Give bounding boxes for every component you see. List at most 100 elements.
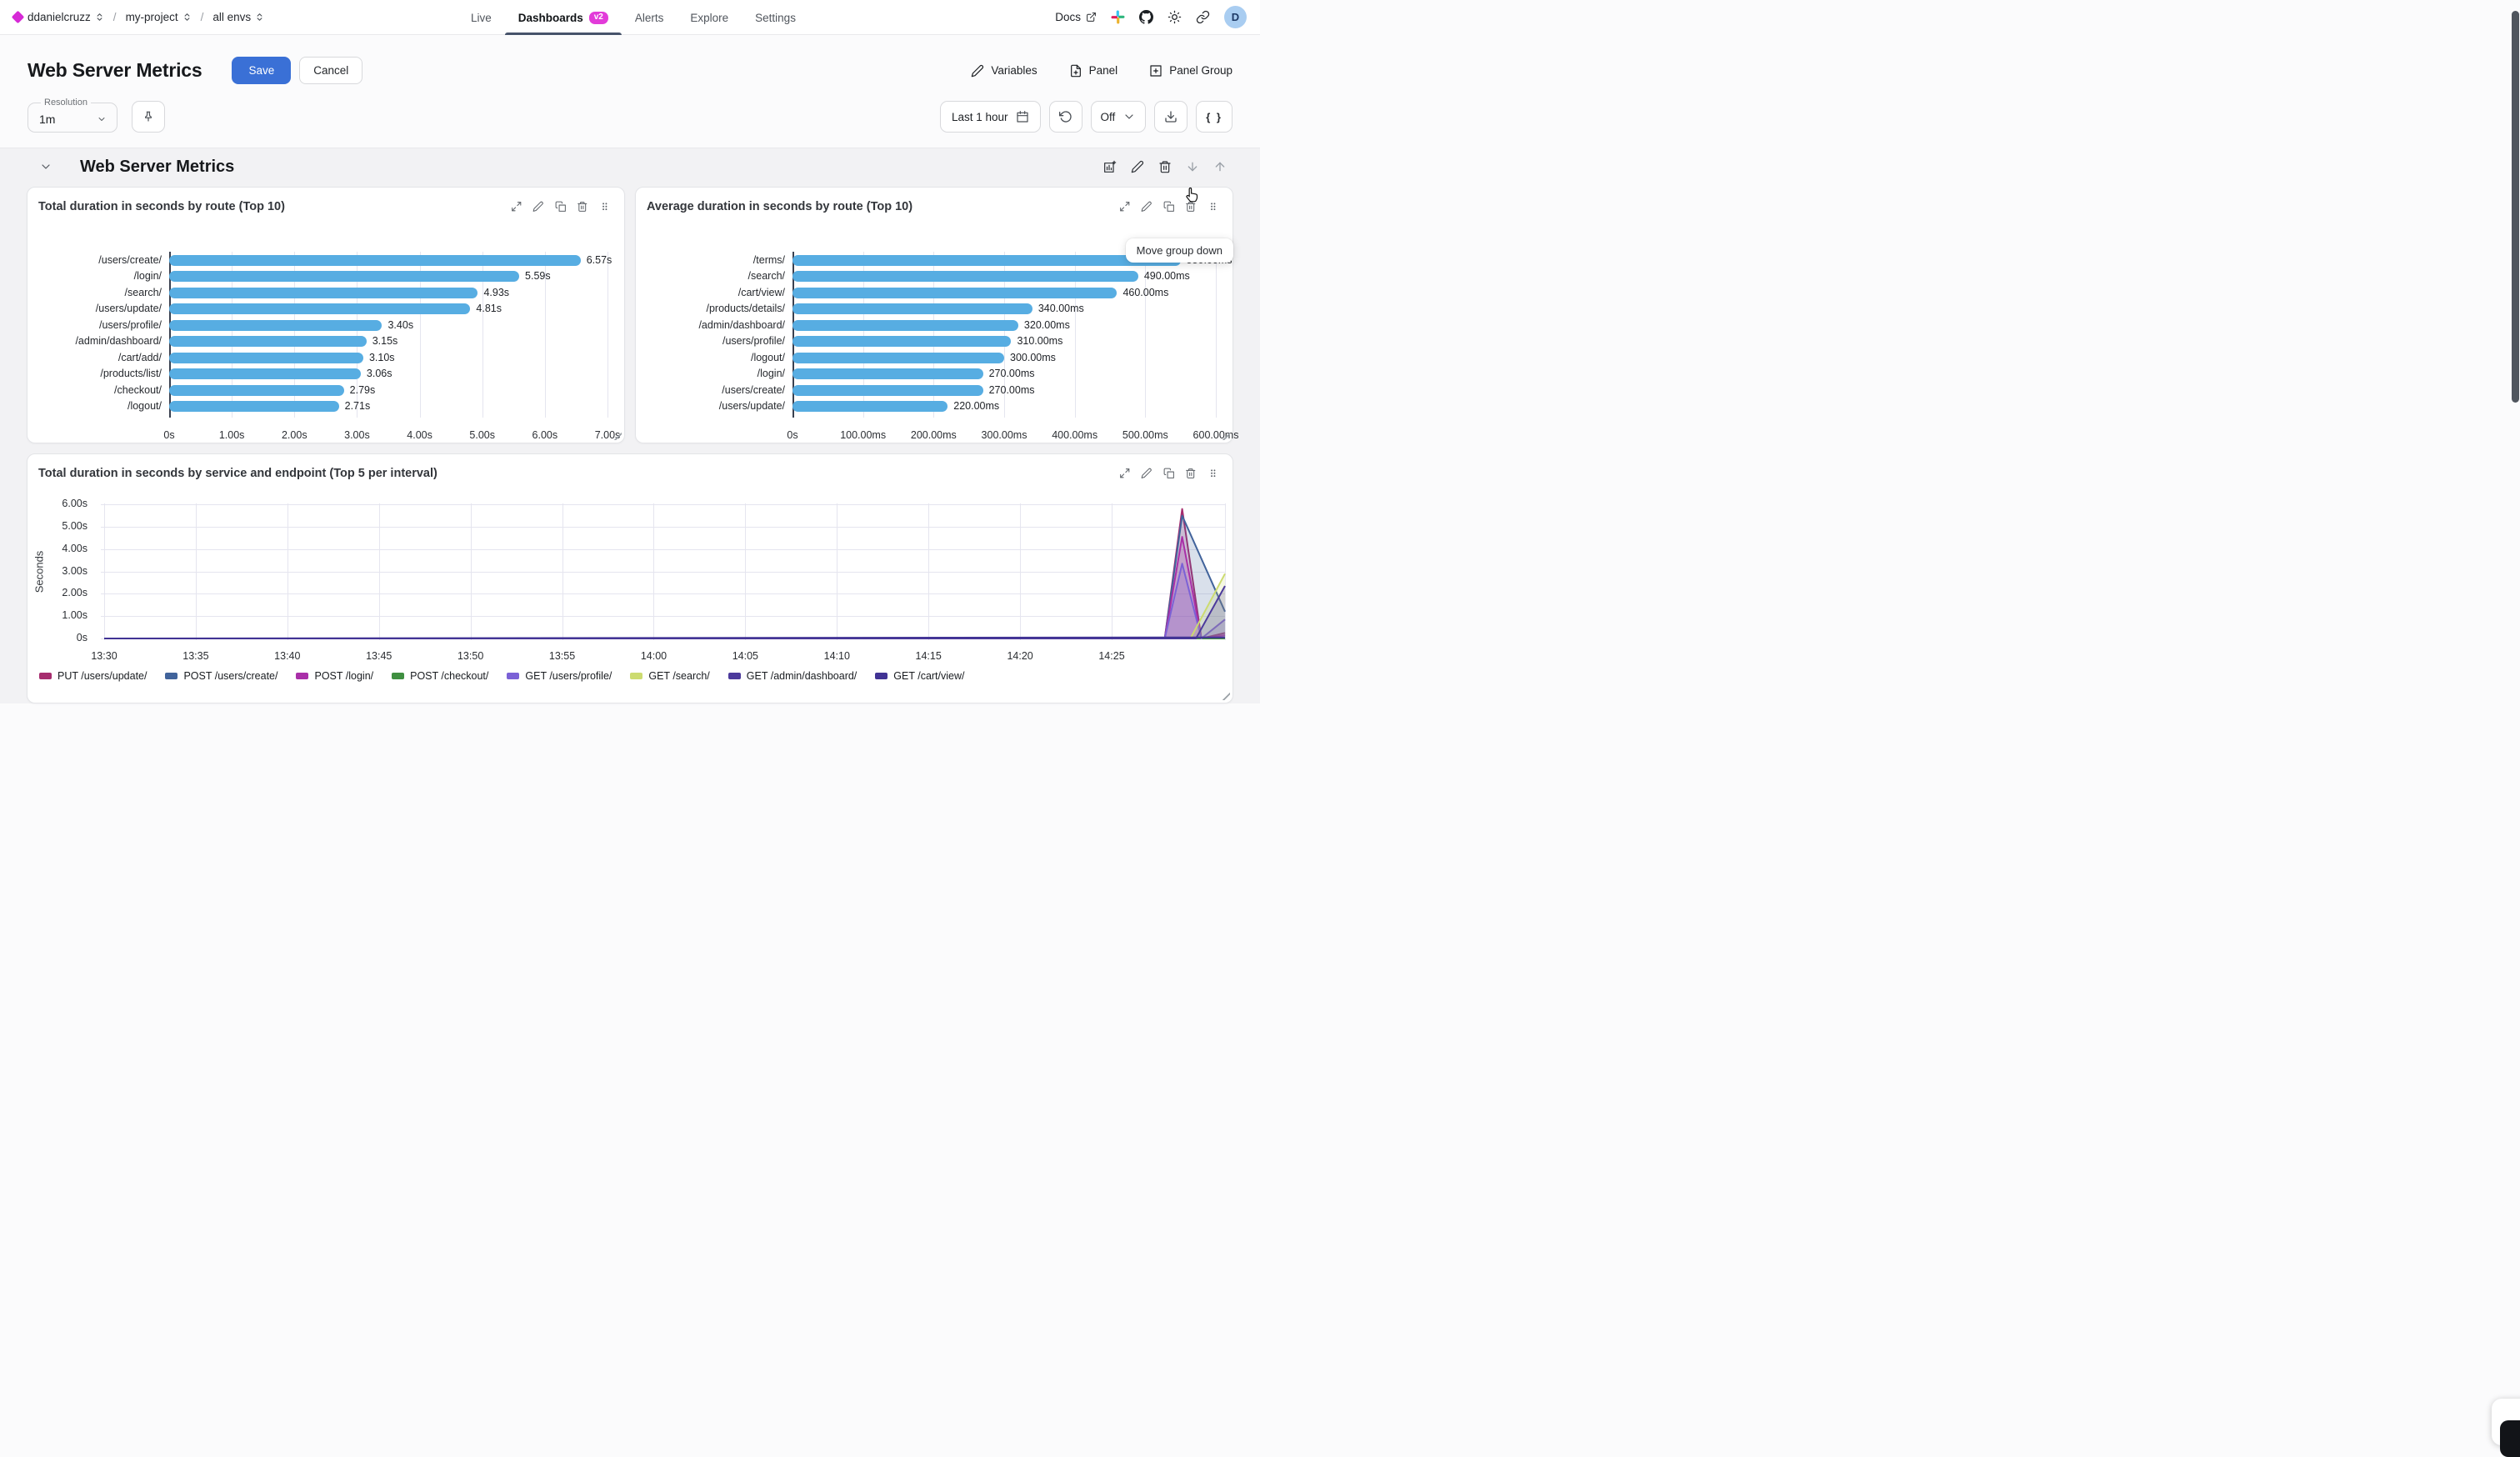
expand-panel-icon[interactable] (511, 201, 522, 213)
bar-track: 320.00ms (792, 317, 1216, 333)
github-icon[interactable] (1139, 10, 1153, 24)
duplicate-panel-icon[interactable] (1163, 468, 1175, 479)
page-scrollbar[interactable] (2512, 0, 2519, 714)
tab-dashboards[interactable]: Dashboardsv2 (517, 0, 610, 35)
pin-resolution-button[interactable] (132, 101, 165, 133)
x-axis-tick-label: 600.00ms (1193, 429, 1239, 441)
legend-item[interactable]: PUT /users/update/ (39, 670, 147, 682)
panel-title: Total duration in seconds by route (Top … (38, 200, 285, 213)
tab-live[interactable]: Live (469, 0, 493, 35)
main-nav: Live Dashboardsv2 Alerts Explore Settings (469, 0, 798, 35)
duplicate-panel-icon[interactable] (555, 201, 567, 213)
tab-settings[interactable]: Settings (753, 0, 798, 35)
bar-row: /search/490.00ms (636, 268, 1232, 285)
legend-item[interactable]: GET /users/profile/ (507, 670, 612, 682)
add-panel-to-group-icon[interactable] (1103, 160, 1117, 173)
tab-explore[interactable]: Explore (688, 0, 730, 35)
dashboard-workspace: Web Server Metrics Total duration in sec… (0, 148, 1260, 703)
bar-category-label: /cart/add/ (28, 352, 169, 363)
user-avatar[interactable]: D (1224, 6, 1247, 28)
legend-item[interactable]: POST /checkout/ (392, 670, 488, 682)
group-title: Web Server Metrics (80, 158, 234, 177)
bar-track: 5.59s (169, 268, 608, 285)
pencil-icon (971, 64, 984, 78)
bar-value-label: 340.00ms (1038, 303, 1084, 314)
docs-link[interactable]: Docs (1055, 11, 1097, 23)
drag-handle-icon[interactable] (599, 201, 611, 213)
legend-item[interactable]: POST /users/create/ (165, 670, 278, 682)
legend-item[interactable]: POST /login/ (296, 670, 373, 682)
bar-value-label: 310.00ms (1017, 335, 1062, 347)
delete-group-icon[interactable] (1158, 160, 1172, 173)
json-view-button[interactable]: { } (1196, 101, 1232, 133)
delete-panel-icon[interactable] (577, 201, 588, 213)
bar-value-label: 490.00ms (1144, 270, 1190, 282)
chevron-up-down-icon (255, 12, 264, 23)
scrollbar-thumb[interactable] (2512, 11, 2519, 403)
resolution-select[interactable]: Resolution 1m (28, 98, 118, 133)
edit-panel-icon[interactable] (532, 201, 544, 213)
bar (169, 271, 519, 282)
drag-handle-icon[interactable] (1208, 468, 1219, 479)
breadcrumb-item[interactable]: all envs (212, 11, 264, 23)
bar-value-label: 3.40s (388, 319, 413, 331)
bar-row: /login/5.59s (28, 268, 624, 285)
auto-refresh-select[interactable]: Off (1091, 101, 1147, 133)
bar-chart: /terms/550.00ms/search/490.00ms/cart/vie… (636, 252, 1232, 446)
variables-button[interactable]: Variables (971, 64, 1037, 78)
legend-item[interactable]: GET /search/ (630, 670, 709, 682)
bar-value-label: 2.71s (345, 400, 371, 412)
x-axis-tick-label: 2.00s (282, 429, 308, 441)
bar-track: 270.00ms (792, 366, 1216, 383)
legend-item[interactable]: GET /admin/dashboard/ (728, 670, 857, 682)
bar (792, 336, 1011, 347)
bar-row: /login/270.00ms (636, 366, 1232, 383)
page-header: Web Server Metrics Save Cancel Variables… (0, 57, 1260, 84)
bar-row: /admin/dashboard/3.15s (28, 333, 624, 350)
chevron-down-icon (97, 114, 107, 124)
duplicate-panel-icon[interactable] (1163, 201, 1175, 213)
legend-item[interactable]: GET /cart/view/ (875, 670, 964, 682)
x-axis-tick-label: 14:00 (641, 650, 667, 662)
tab-alerts[interactable]: Alerts (633, 0, 666, 35)
collapse-group-icon[interactable] (39, 160, 52, 173)
x-axis-tick-label: 13:55 (549, 650, 575, 662)
download-button[interactable] (1154, 101, 1188, 133)
x-axis-tick-label: 14:15 (916, 650, 942, 662)
breadcrumb-item[interactable]: my-project (126, 11, 192, 23)
move-group-down-icon[interactable] (1186, 160, 1199, 173)
panel-group-header: Web Server Metrics (27, 148, 1233, 185)
edit-panel-icon[interactable] (1141, 201, 1152, 213)
topbar-right: Docs D (1055, 6, 1247, 28)
save-button[interactable]: Save (232, 57, 291, 84)
breadcrumb-item[interactable]: ddanielcruzz (28, 11, 104, 23)
legend-swatch (392, 673, 404, 679)
move-group-up-icon[interactable] (1213, 160, 1227, 173)
time-controls: Last 1 hour Off { } (940, 101, 1232, 133)
tab-label: Live (471, 12, 492, 24)
bar (169, 303, 470, 314)
add-panel-button[interactable]: Panel (1069, 64, 1118, 78)
legend-swatch (507, 673, 519, 679)
add-panel-group-button[interactable]: Panel Group (1149, 64, 1232, 78)
x-axis-tick-label: 3.00s (344, 429, 370, 441)
theme-sun-icon[interactable] (1168, 10, 1182, 24)
cancel-button[interactable]: Cancel (299, 57, 362, 84)
share-link-icon[interactable] (1196, 10, 1210, 24)
bar (169, 320, 382, 331)
edit-group-icon[interactable] (1131, 160, 1144, 173)
x-axis-tick-label: 14:25 (1098, 650, 1124, 662)
drag-handle-icon[interactable] (1208, 201, 1219, 213)
slack-icon[interactable] (1111, 10, 1125, 24)
delete-panel-icon[interactable] (1185, 468, 1197, 479)
series-line (104, 537, 1225, 638)
v2-badge: v2 (589, 12, 608, 24)
time-range-button[interactable]: Last 1 hour (940, 101, 1041, 133)
bar-category-label: /search/ (636, 270, 792, 282)
expand-panel-icon[interactable] (1119, 201, 1131, 213)
y-axis-tick-label: 0s (28, 632, 88, 643)
edit-panel-icon[interactable] (1141, 468, 1152, 479)
expand-panel-icon[interactable] (1119, 468, 1131, 479)
refresh-button[interactable] (1049, 101, 1082, 133)
bar-value-label: 270.00ms (989, 384, 1035, 396)
